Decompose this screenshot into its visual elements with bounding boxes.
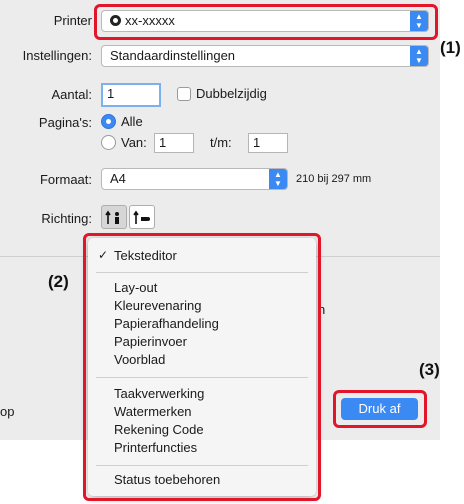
pages-from-field[interactable]: 1 bbox=[154, 133, 194, 153]
paper-label: Formaat: bbox=[39, 172, 92, 187]
presets-popup[interactable]: Standaardinstellingen ▲ ▼ bbox=[101, 45, 429, 67]
paper-size-text: 210 bij 297 mm bbox=[296, 173, 372, 185]
updown-arrow-icon: ▲ ▼ bbox=[269, 169, 287, 189]
pages-range-radio[interactable] bbox=[101, 135, 116, 150]
pages-to-label: t/m: bbox=[210, 135, 232, 150]
updown-arrow-icon: ▲ ▼ bbox=[410, 46, 428, 66]
portrait-button[interactable] bbox=[101, 205, 127, 229]
landscape-button[interactable] bbox=[129, 205, 155, 229]
pages-from-label: Van: bbox=[121, 135, 147, 150]
copies-field[interactable]: 1 bbox=[101, 83, 161, 107]
callout-3: (3) bbox=[419, 360, 440, 379]
orientation-label: Richting: bbox=[41, 211, 92, 226]
portrait-icon bbox=[105, 210, 119, 224]
callout-2: (2) bbox=[48, 272, 69, 291]
pages-label: Pagina's: bbox=[38, 115, 92, 130]
pages-all-label: Alle bbox=[121, 114, 143, 129]
duplex-label: Dubbelzijdig bbox=[196, 86, 267, 101]
copies-label: Aantal: bbox=[51, 87, 92, 102]
highlight-menu bbox=[83, 233, 321, 501]
duplex-checkbox[interactable] bbox=[177, 87, 191, 101]
highlight-printer bbox=[94, 4, 438, 40]
callout-1: (1) bbox=[440, 38, 461, 57]
pages-all-radio[interactable] bbox=[101, 114, 116, 129]
highlight-print-button bbox=[333, 390, 427, 428]
paper-value: A4 bbox=[110, 171, 126, 186]
presets-value: Standaardinstellingen bbox=[110, 48, 236, 63]
presets-label: Instellingen: bbox=[22, 48, 92, 63]
partial-text-left: op bbox=[0, 404, 15, 419]
landscape-icon bbox=[133, 210, 150, 224]
pages-to-field[interactable]: 1 bbox=[248, 133, 288, 153]
printer-label: Printer bbox=[53, 13, 92, 28]
paper-popup[interactable]: A4 ▲ ▼ bbox=[101, 168, 288, 190]
